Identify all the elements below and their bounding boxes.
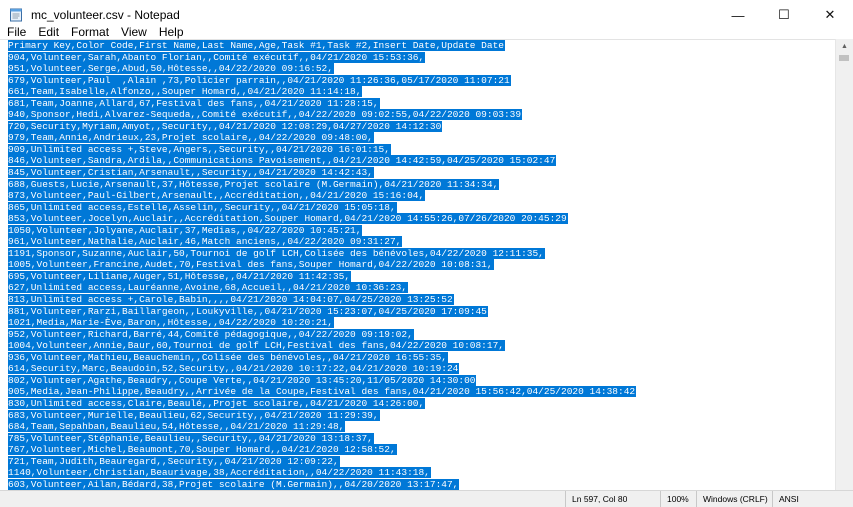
line-text: 961,Volunteer,Nathalie,Auclair,46,Match … <box>8 236 403 248</box>
text-line: 853,Volunteer,Jocelyn,Auclair,,Accrédita… <box>8 213 636 225</box>
text-line: 1050,Volunteer,Jolyane,Auclair,37,Medias… <box>8 224 636 237</box>
menu-edit[interactable]: Edit <box>33 25 64 39</box>
line-text: 813,Unlimited access +,Carole,Babin,,,,0… <box>8 294 454 306</box>
text-line: 1005,Volunteer,Francine,Audet,70,Festiva… <box>8 259 636 271</box>
line-text: 904,Volunteer,Sarah,Abanto Florian,,Comi… <box>8 51 426 63</box>
text-line: 684,Team,Sepahban,Beaulieu,54,Hôtesse,,0… <box>8 421 636 433</box>
text-line: 785,Volunteer,Stéphanie,Beaulieu,,Securi… <box>8 432 636 445</box>
text-line: 865,Unlimited access,Estelle,Asselin,,Se… <box>8 201 636 214</box>
line-text: 767,Volunteer,Michel,Beaumont,70,Souper … <box>8 444 397 456</box>
text-line: 846,Volunteer,Sandra,Ardila,,Communicati… <box>8 155 636 167</box>
notepad-icon <box>10 8 22 22</box>
line-text: 720,Security,Myriam,Amyot,,Security,,04/… <box>8 120 443 132</box>
text-line: 904,Volunteer,Sarah,Abanto Florian,,Comi… <box>8 51 636 64</box>
line-text: 846,Volunteer,Sandra,Ardila,,Communicati… <box>8 155 557 167</box>
text-lines: Primary Key,Color Code,First Name,Last N… <box>8 40 637 491</box>
line-text: 979,Team,Annie,Andrieux,23,Projet scolai… <box>8 132 374 144</box>
text-line: 695,Volunteer,Liliane,Auger,51,Hôtesse,,… <box>8 270 636 283</box>
line-text: 865,Unlimited access,Estelle,Asselin,,Se… <box>8 201 397 213</box>
text-editor[interactable]: Primary Key,Color Code,First Name,Last N… <box>0 39 836 491</box>
line-text: 802,Volunteer,Agathe,Beaudry,,Coupe Vert… <box>8 374 477 386</box>
line-endings: Windows (CRLF) <box>696 491 778 507</box>
text-line: 881,Volunteer,Rarzi,Baillargeon,,Loukyvi… <box>8 305 636 318</box>
text-line: 940,Sponsor,Hedi,Alvarez-Sequeda,,Comité… <box>8 109 636 121</box>
line-text: 1140,Volunteer,Christian,Beaurivage,38,A… <box>8 467 431 479</box>
line-text: 830,Unlimited access,Claire,Beaulé,,Proj… <box>8 397 426 409</box>
line-text: 683,Volunteer,Murielle,Beaulieu,62,Secur… <box>8 409 380 421</box>
line-text: 603,Volunteer,Ailan,Bédard,38,Projet sco… <box>8 478 460 490</box>
menu-view[interactable]: View <box>116 25 152 39</box>
text-line: 813,Unlimited access +,Carole,Babin,,,,0… <box>8 294 636 306</box>
status-bar: Ln 597, Col 80 100% Windows (CRLF) ANSI <box>0 490 853 507</box>
scroll-up-icon[interactable]: ▲ <box>836 39 853 53</box>
line-text: 936,Volunteer,Mathieu,Beauchemin,,Colisé… <box>8 351 448 363</box>
line-text: 688,Guests,Lucie,Arsenault,37,Hôtesse,Pr… <box>8 178 500 190</box>
line-text: 905,Media,Jean-Philippe,Beaudry,,Arrivée… <box>8 386 637 398</box>
line-text: 721,Team,Judith,Beauregard,,Security,,04… <box>8 455 340 467</box>
text-line: 905,Media,Jean-Philippe,Beaudry,,Arrivée… <box>8 386 637 398</box>
text-line: 720,Security,Myriam,Amyot,,Security,,04/… <box>8 120 636 133</box>
window-title: mc_volunteer.csv - Notepad <box>31 8 180 22</box>
text-line: 661,Team,Isabelle,Alfonzo,,Souper Homard… <box>8 86 636 98</box>
cursor-position: Ln 597, Col 80 <box>565 491 672 507</box>
line-text: 1050,Volunteer,Jolyane,Auclair,37,Medias… <box>8 224 363 236</box>
line-text: 614,Security,Marc,Beaudoin,52,Security,,… <box>8 363 460 375</box>
encoding: ANSI <box>772 491 853 507</box>
text-line: 767,Volunteer,Michel,Beaumont,70,Souper … <box>8 444 636 456</box>
text-line: 961,Volunteer,Nathalie,Auclair,46,Match … <box>8 236 636 248</box>
line-text: 1191,Sponsor,Suzanne,Auclair,50,Tournoi … <box>8 247 545 259</box>
text-line: 873,Volunteer,Paul-Gilbert,Arsenault,,Ac… <box>8 190 636 202</box>
line-text: 1021,Media,Marie-Ève,Baron,,Hôtesse,,04/… <box>8 317 334 329</box>
text-line: 952,Volunteer,Richard,Barré,44,Comité pé… <box>8 328 636 341</box>
menu-help[interactable]: Help <box>154 25 189 39</box>
text-line: 830,Unlimited access,Claire,Beaulé,,Proj… <box>8 397 636 410</box>
line-text: 873,Volunteer,Paul-Gilbert,Arsenault,,Ac… <box>8 190 426 202</box>
text-line: 681,Team,Joanne,Allard,67,Festival des f… <box>8 97 636 110</box>
text-line: 688,Guests,Lucie,Arsenault,37,Hôtesse,Pr… <box>8 178 636 191</box>
line-text: 940,Sponsor,Hedi,Alvarez-Sequeda,,Comité… <box>8 109 523 121</box>
text-line: 1021,Media,Marie-Ève,Baron,,Hôtesse,,04/… <box>8 317 636 329</box>
line-text: 627,Unlimited access,Lauréanne,Avoine,68… <box>8 282 409 294</box>
text-line: 721,Team,Judith,Beauregard,,Security,,04… <box>8 455 636 468</box>
line-text: 679,Volunteer,Paul ,Alain ,73,Policier p… <box>8 74 511 86</box>
text-line: 951,Volunteer,Serge,Abud,50,Hôtesse,,04/… <box>8 63 636 75</box>
text-line: 1191,Sponsor,Suzanne,Auclair,50,Tournoi … <box>8 247 636 260</box>
text-line: Primary Key,Color Code,First Name,Last N… <box>8 40 636 52</box>
text-line: 936,Volunteer,Mathieu,Beauchemin,,Colisé… <box>8 351 636 364</box>
text-line: 683,Volunteer,Murielle,Beaulieu,62,Secur… <box>8 409 636 422</box>
line-text: Primary Key,Color Code,First Name,Last N… <box>8 40 505 51</box>
text-line: 845,Volunteer,Cristian,Arsenault,,Securi… <box>8 167 636 179</box>
text-line: 1004,Volunteer,Annie,Baur,60,Tournoi de … <box>8 340 636 352</box>
line-text: 1004,Volunteer,Annie,Baur,60,Tournoi de … <box>8 340 505 352</box>
line-text: 853,Volunteer,Jocelyn,Auclair,,Accrédita… <box>8 213 568 225</box>
line-text: 684,Team,Sepahban,Beaulieu,54,Hôtesse,,0… <box>8 421 346 433</box>
line-text: 881,Volunteer,Rarzi,Baillargeon,,Loukyvi… <box>8 305 488 317</box>
text-line: 679,Volunteer,Paul ,Alain ,73,Policier p… <box>8 74 636 87</box>
menu-file[interactable]: File <box>2 25 31 39</box>
text-line: 802,Volunteer,Agathe,Beaudry,,Coupe Vert… <box>8 374 636 387</box>
text-line: 1140,Volunteer,Christian,Beaurivage,38,A… <box>8 467 636 479</box>
line-text: 951,Volunteer,Serge,Abud,50,Hôtesse,,04/… <box>8 63 334 75</box>
line-text: 1005,Volunteer,Francine,Audet,70,Festiva… <box>8 259 494 271</box>
vertical-scrollbar[interactable]: ▲ <box>835 39 853 490</box>
line-text: 695,Volunteer,Liliane,Auger,51,Hôtesse,,… <box>8 270 352 282</box>
line-text: 909,Unlimited access +,Steve,Angers,,Sec… <box>8 143 391 155</box>
scrollbar-thumb[interactable] <box>839 55 849 61</box>
line-text: 785,Volunteer,Stéphanie,Beaulieu,,Securi… <box>8 432 374 444</box>
text-line: 627,Unlimited access,Lauréanne,Avoine,68… <box>8 282 636 294</box>
line-text: 661,Team,Isabelle,Alfonzo,,Souper Homard… <box>8 86 363 98</box>
line-text: 681,Team,Joanne,Allard,67,Festival des f… <box>8 97 380 109</box>
line-text: 845,Volunteer,Cristian,Arsenault,,Securi… <box>8 167 374 179</box>
text-line: 979,Team,Annie,Andrieux,23,Projet scolai… <box>8 132 636 144</box>
text-line: 909,Unlimited access +,Steve,Angers,,Sec… <box>8 143 636 156</box>
text-line: 603,Volunteer,Ailan,Bédard,38,Projet sco… <box>8 478 636 491</box>
text-line: 614,Security,Marc,Beaudoin,52,Security,,… <box>8 363 636 375</box>
line-text: 952,Volunteer,Richard,Barré,44,Comité pé… <box>8 328 414 340</box>
menu-format[interactable]: Format <box>66 25 114 39</box>
